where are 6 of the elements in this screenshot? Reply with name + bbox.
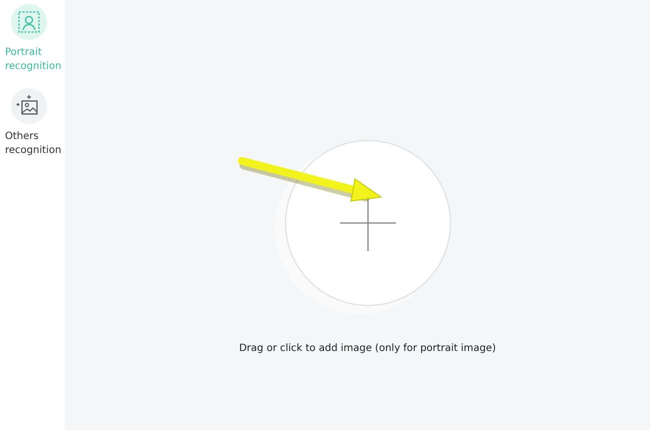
sidebar-label: Others recognition: [5, 130, 62, 158]
upload-hint: Drag or click to add image (only for portrait image): [239, 343, 496, 354]
image-sparkle-icon: [11, 88, 47, 124]
sidebar-label: Portrait recognition: [5, 46, 62, 74]
portrait-frame-icon: [11, 4, 47, 40]
sidebar-item[interactable]: Others recognition: [0, 88, 63, 158]
